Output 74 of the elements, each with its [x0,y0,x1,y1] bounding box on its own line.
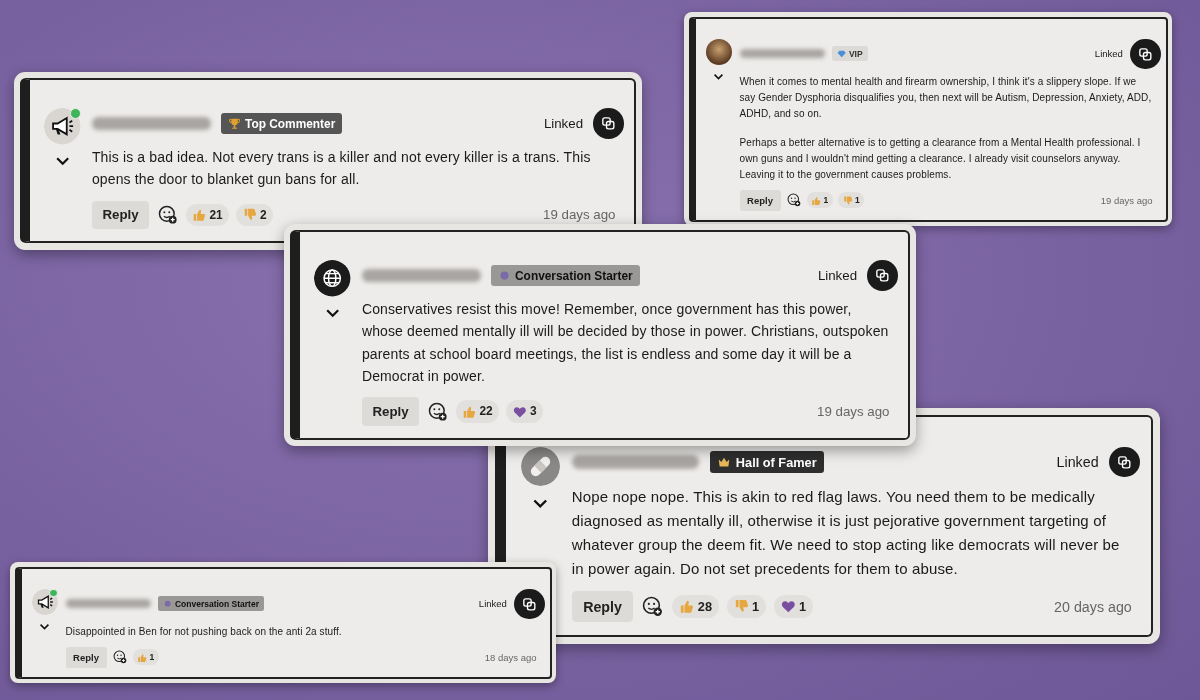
reaction-button[interactable]: 1 [132,649,159,666]
user-badge: VIP [831,46,868,62]
reaction-button[interactable]: 28 [672,594,719,619]
linked-label: Linked [543,116,584,132]
thumbs-up-icon [462,404,476,419]
globe-icon [314,260,351,297]
heart-icon [780,599,796,614]
reaction-button[interactable]: 1 [837,192,865,209]
diamond-icon [836,49,846,59]
reaction-button[interactable]: 2 [236,203,274,226]
reaction-button[interactable]: 22 [455,400,500,423]
trophy-icon [227,117,241,131]
copy-icon [874,268,890,283]
copy-icon [1117,454,1132,470]
dot-icon [162,599,172,609]
chevron-down-icon[interactable] [54,155,71,168]
copy-icon [521,596,537,612]
megaphone-icon [31,588,58,615]
thumbs-up-icon [137,652,147,663]
thumbs-down-icon [242,207,257,222]
link-button[interactable] [1129,38,1161,70]
user-badge: Hall of Famer [709,450,825,474]
chevron-down-icon[interactable] [532,497,549,510]
user-badge: Conversation Starter [490,265,640,287]
user-badge: Conversation Starter [157,596,265,612]
thumbs-down-icon [842,195,853,206]
thumbs-up-icon [811,195,821,206]
chevron-down-icon[interactable] [713,72,724,81]
thumbs-up-icon [679,599,694,614]
linked-label: Linked [817,268,858,284]
thumbs-down-icon [733,599,749,614]
linked-label: Linked [1056,454,1099,471]
reply-button[interactable]: Reply [65,647,107,668]
megaphone-icon [44,108,81,145]
reaction-button[interactable]: 1 [806,192,833,209]
add-reaction-icon[interactable] [112,650,127,665]
timestamp: 19 days ago [1100,194,1153,206]
reply-button[interactable]: Reply [571,591,634,622]
comment-text: Disappointed in Ben for not pushing back on the anti 2a stuff. [65,625,343,640]
comment-text: Perhaps a better alternative is to getting a clearance from a Mental Health professional. I own guns and I wouldn't mind getting a clearance. I already visit counselors anyway. Leaving it to the government causes problems. [739,136,1142,183]
linked-label: Linked [1094,48,1123,60]
reply-button[interactable]: Reply [739,190,781,211]
comment-text: This is a bad idea. Not every trans is a killer and not every killer is a trans. This opens the door to blanket gun bans for all. [91,147,592,190]
dot-icon [497,269,511,283]
heart-icon [512,404,527,419]
user-badge: Top Commenter [220,113,343,135]
thumbs-up-icon [192,207,206,222]
timestamp: 18 days ago [484,651,537,663]
reaction-button[interactable]: 21 [185,203,230,226]
timestamp: 20 days ago [1054,598,1132,615]
add-reaction-icon[interactable] [427,401,448,422]
reaction-button[interactable]: 3 [506,400,544,423]
timestamp: 19 days ago [543,207,616,223]
comment-text: Conservatives resist this move! Remember, once government has this power, whose deemed mentally ill will be decided by those in power. Christians, outspoken parents at school board meetings, the list is endless and some day it will be a Democrat in power. [361,299,890,387]
photo-placeholder [705,38,732,65]
copy-icon [1137,46,1153,62]
add-reaction-icon[interactable] [157,204,178,225]
link-button[interactable] [866,260,898,291]
reply-button[interactable]: Reply [91,200,150,229]
reaction-button[interactable]: 1 [773,594,814,619]
link-button[interactable] [592,108,624,139]
timestamp: 19 days ago [817,403,890,419]
reaction-button[interactable]: 1 [726,594,767,619]
copy-icon [600,116,616,131]
comment-text: Nope nope nope. This is akin to red flag laws. You need them to be medically diagnosed as mentally ill, otherwise it is just pejorative government targeting of whatever group the deem fit. We need to stop acting like democrats will never be in power again. Do not set precedents for them to abuse. [571,486,1121,579]
chevron-down-icon[interactable] [324,307,341,320]
add-reaction-icon[interactable] [642,596,664,618]
comment-text: When it comes to mental health and firearm ownership, I think it's a slippery slope. If we say Gender Dysphoria disqualifies you, then next will be Autism, Depression, Anxiety, ADD, ADHD, and so on. [739,75,1153,122]
link-button[interactable] [513,588,545,620]
reply-button[interactable]: Reply [361,397,420,426]
chevron-down-icon[interactable] [39,622,50,631]
link-button[interactable] [1109,446,1140,478]
add-reaction-icon[interactable] [786,193,801,208]
linked-label: Linked [478,598,507,610]
